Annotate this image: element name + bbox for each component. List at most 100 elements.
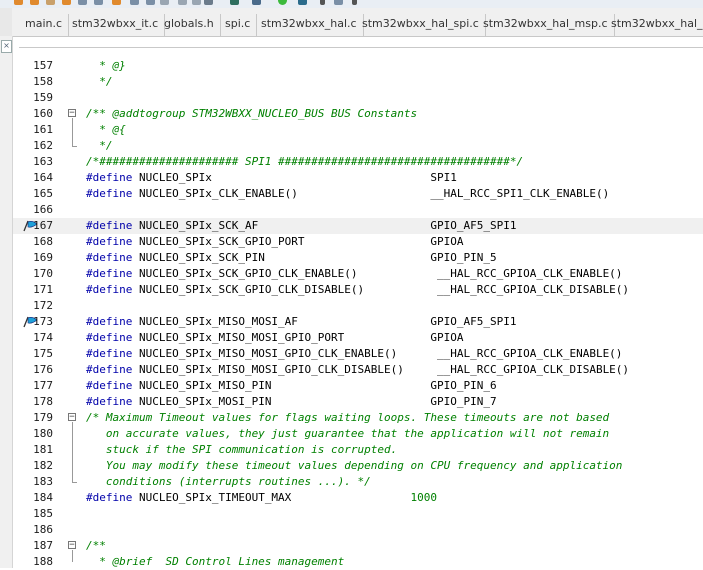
line-number: 158 xyxy=(33,75,53,88)
code-token: NUCLEO_SPIx_TIMEOUT_MAX xyxy=(138,491,411,504)
bookmark-toggle-icon[interactable] xyxy=(112,0,121,5)
undo-icon[interactable] xyxy=(14,0,23,5)
nav-icon[interactable] xyxy=(78,0,87,5)
code-line[interactable]: 178 #define NUCLEO_SPIx_MOSI_PIN GPIO_PIN… xyxy=(13,394,703,410)
code-line[interactable]: 161 * @{ xyxy=(13,122,703,138)
code-line[interactable]: 184 #define NUCLEO_SPIx_TIMEOUT_MAX 1000 xyxy=(13,490,703,506)
code-line[interactable]: 169 #define NUCLEO_SPIx_SCK_PIN GPIO_PIN_… xyxy=(13,250,703,266)
code-line[interactable]: 162 */ xyxy=(13,138,703,154)
code-line[interactable]: 166 xyxy=(13,202,703,218)
code-line[interactable]: 171 #define NUCLEO_SPIx_SCK_GPIO_CLK_DISA… xyxy=(13,282,703,298)
code-line[interactable]: 181 stuck if the SPI communication is co… xyxy=(13,442,703,458)
code-line[interactable]: 186 xyxy=(13,522,703,538)
code-token: NUCLEO_SPIx_MISO_MOSI_GPIO_PORT GPIOA xyxy=(138,331,464,344)
outdent-icon[interactable] xyxy=(192,0,201,5)
line-number: 176 xyxy=(33,363,53,376)
code-line[interactable]: 180 on accurate values, they just guaran… xyxy=(13,426,703,442)
code-text: #define NUCLEO_SPIx_TIMEOUT_MAX 1000 xyxy=(86,490,437,506)
line-number: 186 xyxy=(33,523,53,536)
indent-icon[interactable] xyxy=(178,0,187,5)
bookmark-clear-icon[interactable] xyxy=(160,0,169,5)
tab-stm32wbxx-hal-gp[interactable]: stm32wbxx_hal_gp xyxy=(605,14,703,36)
code-token: #define xyxy=(86,315,139,328)
code-line[interactable]: 165 #define NUCLEO_SPIx_CLK_ENABLE() __HA… xyxy=(13,186,703,202)
fold-toggle-icon[interactable]: − xyxy=(68,541,76,550)
line-number: 173 xyxy=(33,315,53,328)
back-icon[interactable] xyxy=(46,0,55,5)
code-token: /** @addtogroup STM32WBXX_NUCLEO_BUS BUS… xyxy=(86,107,418,120)
debug-icon[interactable] xyxy=(298,0,307,5)
code-token: /** xyxy=(86,539,106,552)
nav-icon[interactable] xyxy=(94,0,103,5)
line-number: 159 xyxy=(33,91,53,104)
dropdown-icon[interactable] xyxy=(320,0,325,5)
tab-stm32wbxx-it-c[interactable]: stm32wbxx_it.c xyxy=(66,14,166,36)
tool-icon[interactable] xyxy=(334,0,343,5)
code-token: * @brief SD Control Lines management xyxy=(86,555,345,568)
line-number: 184 xyxy=(33,491,53,504)
code-text: stuck if the SPI communication is corrup… xyxy=(86,442,397,458)
code-text: #define NUCLEO_SPIx_SCK_GPIO_CLK_ENABLE(… xyxy=(86,266,622,282)
code-line[interactable]: 177 #define NUCLEO_SPIx_MISO_PIN GPIO_PIN… xyxy=(13,378,703,394)
code-token: #define xyxy=(86,363,139,376)
code-token: 1000 xyxy=(410,491,438,504)
fold-toggle-icon[interactable]: − xyxy=(68,109,76,118)
panel-close-icon[interactable]: × xyxy=(1,40,12,53)
fold-guide-end xyxy=(72,482,77,483)
code-line[interactable]: 175 #define NUCLEO_SPIx_MISO_MOSI_GPIO_CL… xyxy=(13,346,703,362)
code-line[interactable]: 172 xyxy=(13,298,703,314)
line-number: 167 xyxy=(33,219,53,232)
code-line[interactable]: 170 #define NUCLEO_SPIx_SCK_GPIO_CLK_ENAB… xyxy=(13,266,703,282)
code-line[interactable]: 163 /*##################### SPI1 ########… xyxy=(13,154,703,170)
bookmark-next-icon[interactable] xyxy=(146,0,155,5)
tab-stm32wbxx-hal-spi-c[interactable]: stm32wbxx_hal_spi.c xyxy=(356,14,486,36)
code-token: conditions (interrupts routines ...). */ xyxy=(86,475,371,488)
bookmark-prev-icon[interactable] xyxy=(130,0,139,5)
code-line[interactable]: 159 xyxy=(13,90,703,106)
code-token: You may modify these timeout values depe… xyxy=(86,459,623,472)
component-icon[interactable] xyxy=(230,0,239,5)
code-line[interactable]: 174 #define NUCLEO_SPIx_MISO_MOSI_GPIO_PO… xyxy=(13,330,703,346)
build-icon[interactable] xyxy=(252,0,261,5)
code-token: #define xyxy=(86,251,139,264)
code-line[interactable]: 164 #define NUCLEO_SPIx SPI1 xyxy=(13,170,703,186)
code-token: NUCLEO_SPIx_SCK_GPIO_PORT GPIOA xyxy=(138,235,464,248)
line-number: 160 xyxy=(33,107,53,120)
redo-icon[interactable] xyxy=(30,0,39,5)
code-line[interactable]: 160 − /** @addtogroup STM32WBXX_NUCLEO_BUS… xyxy=(13,106,703,122)
code-editor[interactable]: 157 * @} 158 */159 160−/** @addtogroup STM… xyxy=(13,36,703,569)
code-line[interactable]: 157 * @} xyxy=(13,58,703,74)
code-token: #define xyxy=(86,331,139,344)
fold-toggle-icon[interactable]: − xyxy=(68,413,76,422)
line-number: 169 xyxy=(33,251,53,264)
code-line[interactable]: 182 You may modify these timeout values … xyxy=(13,458,703,474)
line-number: 177 xyxy=(33,379,53,392)
comment-icon[interactable] xyxy=(204,0,213,5)
tab-main-c[interactable]: main.c xyxy=(19,14,70,36)
code-line[interactable]: 187 − /** xyxy=(13,538,703,554)
code-line[interactable]: 173 #define NUCLEO_SPIx_MISO_MOSI_AF GPIO… xyxy=(13,314,703,330)
line-number: 181 xyxy=(33,443,53,456)
code-text: You may modify these timeout values depe… xyxy=(86,458,623,474)
tab-stm32wbxx-hal-msp-c[interactable]: stm32wbxx_hal_msp.c xyxy=(477,14,615,36)
forward-icon[interactable] xyxy=(62,0,71,5)
dropdown-icon[interactable] xyxy=(352,0,357,5)
tab-bar-edge xyxy=(0,8,12,36)
code-line[interactable]: 183 conditions (interrupts routines ...)… xyxy=(13,474,703,490)
fold-guide xyxy=(72,550,73,562)
run-icon[interactable] xyxy=(278,0,287,5)
line-number: 163 xyxy=(33,155,53,168)
code-token: #define xyxy=(86,187,139,200)
tab-globals-h[interactable]: globals.h xyxy=(158,14,221,36)
code-token: #define xyxy=(86,491,139,504)
code-token: * @{ xyxy=(86,123,126,136)
code-token: */ xyxy=(86,139,113,152)
tab-stm32wbxx-hal-c[interactable]: stm32wbxx_hal.c xyxy=(255,14,364,36)
code-line[interactable]: 176 #define NUCLEO_SPIx_MISO_MOSI_GPIO_CL… xyxy=(13,362,703,378)
code-line[interactable]: 158 */ xyxy=(13,74,703,90)
tab-spi-c[interactable]: spi.c xyxy=(219,14,258,36)
code-line[interactable]: 185 xyxy=(13,506,703,522)
code-line[interactable]: 168 #define NUCLEO_SPIx_SCK_GPIO_PORT GPI… xyxy=(13,234,703,250)
code-line[interactable]: 179 − /* Maximum Timeout values for flags … xyxy=(13,410,703,426)
code-line[interactable]: 167 #define NUCLEO_SPIx_SCK_AF GPIO_AF5_S… xyxy=(13,218,703,234)
